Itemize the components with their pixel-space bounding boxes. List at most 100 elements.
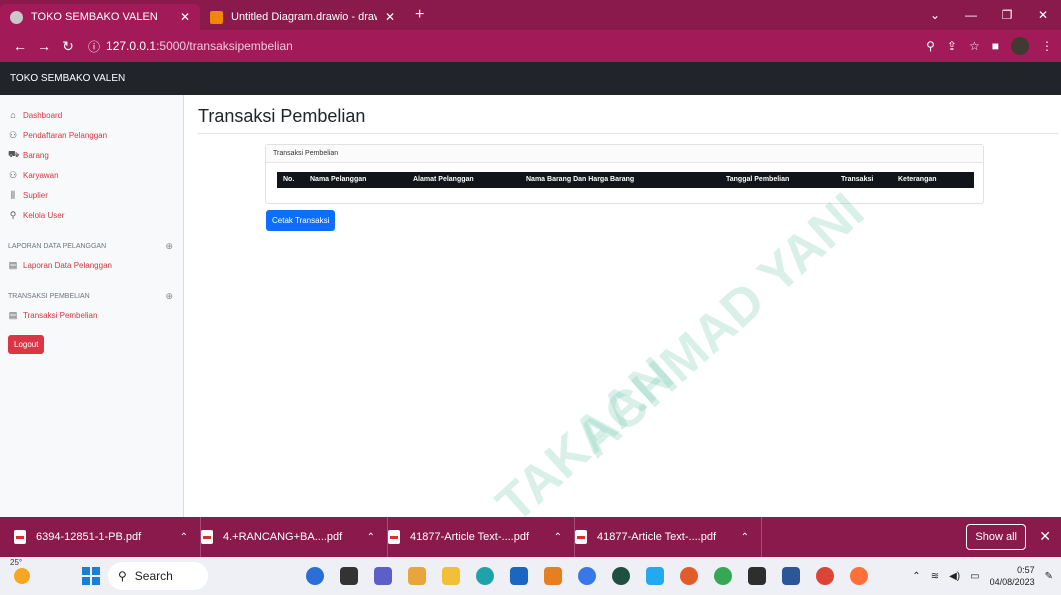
back-icon[interactable]: ← [8, 38, 32, 54]
cetak-transaksi-button[interactable]: Cetak Transaksi [266, 210, 336, 231]
download-item[interactable]: 41877-Article Text-....pdf ⌃ [388, 517, 575, 557]
sidebar-item-barang[interactable]: ⛟ Barang [8, 145, 183, 165]
weather-widget[interactable]: 25° [0, 558, 44, 584]
plus-circle-icon[interactable]: ⊕ [165, 291, 173, 302]
sidebar-item-transaksi[interactable]: ▤ Transaksi Pembelian [8, 305, 183, 325]
app-icon[interactable] [578, 567, 596, 585]
column-header[interactable]: Nama Barang Dan Harga Barang [526, 176, 634, 183]
chevron-up-icon[interactable]: ⌃ [367, 532, 375, 543]
battery-icon[interactable]: ▭ [970, 571, 979, 582]
sidebar-item-suplier[interactable]: ⫼ Suplier [8, 185, 183, 205]
url-field[interactable]: ⓘ 127.0.0.1:5000/transaksipembelian [88, 38, 926, 55]
main-content: Transaksi Pembelian Transaksi Pembelian … [185, 95, 1061, 534]
download-item[interactable]: 41877-Article Text-....pdf ⌃ [575, 517, 762, 557]
chevron-up-icon[interactable]: ⌃ [180, 532, 188, 543]
vscode-icon[interactable] [646, 567, 664, 585]
pdf-file-icon [388, 530, 400, 544]
bookmark-star-icon[interactable]: ☆ [969, 39, 980, 53]
notification-icon[interactable]: ✎ [1045, 571, 1053, 582]
windows-taskbar: 25° ⚲ Search ⌃ ≋ ◀) ▭ 0:57 04/08/2023 ✎ [0, 557, 1061, 595]
terminal-icon[interactable] [748, 567, 766, 585]
volume-icon[interactable]: ◀) [949, 571, 960, 582]
browser-tab-active[interactable]: TOKO SEMBAKO VALEN ✕ [0, 4, 200, 30]
download-bar: 6394-12851-1-PB.pdf ⌃ 4.+RANCANG+BA....p… [0, 517, 1061, 557]
chrome-icon[interactable] [816, 567, 834, 585]
sidebar-heading-label: LAPORAN DATA PELANGGAN [8, 242, 107, 250]
download-filename: 6394-12851-1-PB.pdf [36, 531, 142, 543]
sidebar-item-dashboard[interactable]: ⌂ Dashboard [8, 105, 183, 125]
sidebar-item-pendaftaran[interactable]: ⚇ Pendaftaran Pelanggan [8, 125, 183, 145]
download-filename: 41877-Article Text-....pdf [597, 531, 717, 543]
users-icon: ⚇ [8, 169, 18, 180]
mail-icon[interactable] [510, 567, 528, 585]
download-item[interactable]: 4.+RANCANG+BA....pdf ⌃ [201, 517, 388, 557]
plus-circle-icon[interactable]: ⊕ [165, 241, 173, 252]
sidebar-item-label: Suplier [23, 190, 48, 200]
restore-icon[interactable]: ❐ [989, 8, 1025, 22]
logout-button[interactable]: Logout [8, 335, 45, 354]
taskbar-search[interactable]: ⚲ Search [108, 562, 208, 590]
column-header[interactable]: Nama Pelanggan [310, 176, 366, 183]
show-all-button[interactable]: Show all [966, 524, 1026, 550]
sidebar-item-laporan[interactable]: ▤ Laporan Data Pelanggan [8, 255, 183, 275]
app-icon[interactable] [612, 567, 630, 585]
wifi-icon[interactable]: ≋ [931, 571, 939, 582]
close-window-icon[interactable]: ✕ [1025, 8, 1061, 22]
download-item[interactable]: 6394-12851-1-PB.pdf ⌃ [14, 517, 201, 557]
pdf-file-icon [575, 530, 587, 544]
temperature: 25° [10, 558, 23, 567]
chevron-up-icon[interactable]: ⌃ [912, 571, 920, 582]
user-icon: ⚲ [9, 209, 17, 220]
column-header[interactable]: Tanggal Pembelian [726, 176, 789, 183]
column-header[interactable]: Transaksi [841, 176, 873, 183]
share-icon[interactable]: ⇪ [947, 39, 957, 53]
column-header[interactable]: Keterangan [898, 176, 937, 183]
close-tab-icon[interactable]: ✕ [180, 10, 190, 24]
sidebar-item-label: Kelola User [23, 210, 65, 220]
globe-icon [10, 10, 23, 24]
chevron-down-icon[interactable]: ⌄ [917, 8, 953, 22]
column-header[interactable]: No. [283, 176, 294, 183]
app-icon[interactable] [306, 567, 324, 585]
card-header: Transaksi Pembelian [266, 145, 983, 163]
minimize-icon[interactable]: — [953, 8, 989, 22]
app-icon[interactable] [544, 567, 562, 585]
sidebar-item-kelola-user[interactable]: ⚲ Kelola User [8, 205, 183, 225]
close-tab-icon[interactable]: ✕ [385, 10, 395, 24]
sidebar-item-karyawan[interactable]: ⚇ Karyawan [8, 165, 183, 185]
profile-avatar[interactable] [1011, 37, 1029, 55]
transaksi-table-header: No. Nama Pelanggan Alamat Pelanggan Nama… [277, 172, 974, 188]
date: 04/08/2023 [989, 577, 1035, 587]
zoom-icon[interactable]: ⚲ [926, 39, 935, 53]
app-icon[interactable] [340, 567, 358, 585]
reload-icon[interactable]: ↻ [56, 38, 80, 55]
clock[interactable]: 0:57 04/08/2023 [990, 564, 1035, 588]
folder-icon[interactable] [442, 567, 460, 585]
sidebar-item-label: Karyawan [23, 170, 59, 180]
app-icon[interactable] [374, 567, 392, 585]
edge-icon[interactable] [476, 567, 494, 585]
page-title: Transaksi Pembelian [198, 106, 366, 126]
app-icon[interactable] [680, 567, 698, 585]
info-icon[interactable]: ⓘ [88, 38, 100, 55]
url-host: 127.0.0.1 [106, 39, 157, 53]
sidepanel-icon[interactable]: ■ [992, 39, 999, 53]
windows-start-icon[interactable] [82, 567, 100, 585]
word-icon[interactable] [782, 567, 800, 585]
tab-title: Untitled Diagram.drawio - draw.i [231, 11, 377, 23]
chevron-up-icon[interactable]: ⌃ [554, 532, 562, 543]
chrome-icon[interactable] [714, 567, 732, 585]
browser-tab-drawio[interactable]: Untitled Diagram.drawio - draw.i ✕ [200, 4, 405, 30]
url-path: :5000/transaksipembelian [156, 39, 293, 53]
chevron-up-icon[interactable]: ⌃ [741, 532, 749, 543]
app-icon[interactable] [408, 567, 426, 585]
firefox-icon[interactable] [850, 567, 868, 585]
sidebar-item-label: Transaksi Pembelian [23, 310, 98, 320]
watermark-text: ACHMAD YANI [565, 182, 876, 469]
forward-icon[interactable]: → [32, 38, 56, 54]
new-tab-icon[interactable]: + [405, 6, 434, 30]
close-icon[interactable]: ✕ [1039, 528, 1051, 545]
column-header[interactable]: Alamat Pelanggan [413, 176, 474, 183]
menu-kebab-icon[interactable]: ⋮ [1041, 39, 1053, 53]
app-brand[interactable]: TOKO SEMBAKO VALEN [10, 73, 125, 84]
